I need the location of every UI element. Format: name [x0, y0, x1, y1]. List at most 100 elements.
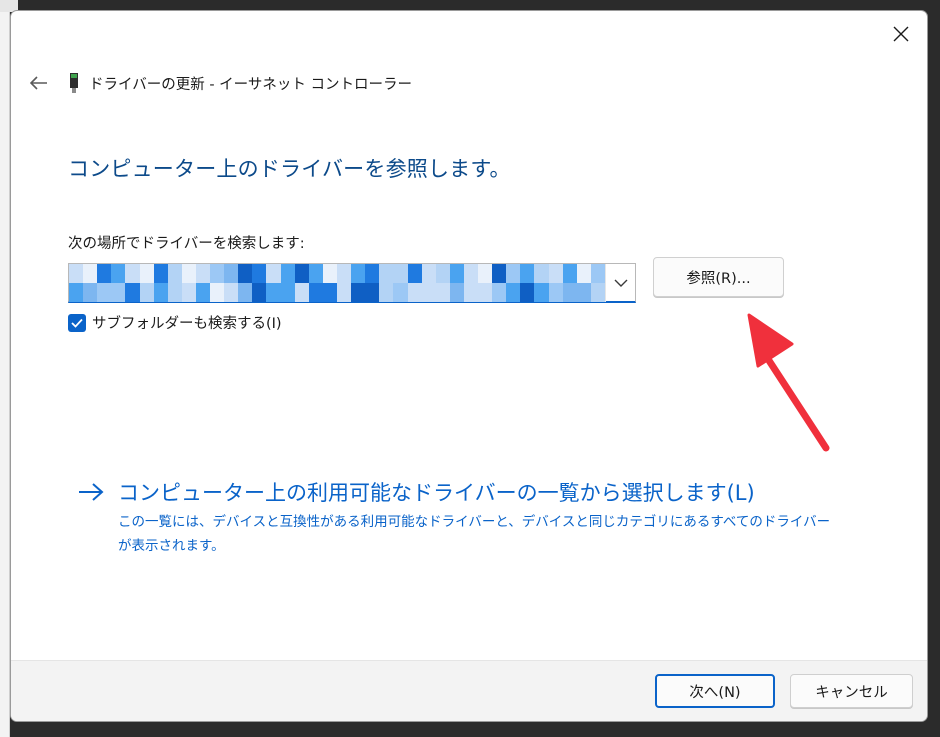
mosaic-cell: [153, 264, 168, 283]
close-icon: [893, 26, 909, 42]
mosaic-cell: [393, 264, 408, 283]
mosaic-cell: [167, 264, 182, 283]
mosaic-cell: [520, 283, 535, 302]
include-subfolders-checkbox[interactable]: [68, 313, 86, 332]
mosaic-cell: [548, 283, 563, 302]
mosaic-cell: [139, 283, 154, 302]
include-subfolders-label: サブフォルダーも検索する(I): [92, 316, 282, 332]
dialog-title: ドライバーの更新 - イーサネット コントローラー: [89, 76, 412, 93]
mosaic-cell: [69, 264, 84, 283]
mosaic-cell: [69, 283, 84, 302]
mosaic-cell: [210, 264, 225, 283]
mosaic-cell: [308, 283, 323, 302]
mosaic-cell: [590, 264, 605, 283]
mosaic-cell: [449, 283, 464, 302]
back-button[interactable]: [21, 69, 57, 97]
mosaic-cell: [238, 283, 253, 302]
mosaic-cell: [224, 264, 239, 283]
mosaic-cell: [238, 264, 253, 283]
mosaic-cell: [111, 264, 126, 283]
mosaic-cell: [308, 264, 323, 283]
mosaic-cell: [210, 283, 225, 302]
page-heading: コンピューター上のドライバーを参照します。: [68, 157, 511, 181]
mosaic-cell: [125, 283, 140, 302]
mosaic-cell: [167, 283, 182, 302]
arrow-right-icon: [78, 480, 104, 504]
mosaic-cell: [478, 283, 493, 302]
close-button[interactable]: [883, 17, 919, 51]
cancel-button[interactable]: キャンセル: [790, 674, 913, 708]
mosaic-cell: [83, 283, 98, 302]
mosaic-cell: [322, 264, 337, 283]
mosaic-cell: [336, 283, 352, 302]
mosaic-cell: [351, 283, 366, 302]
mosaic-cell: [351, 264, 366, 283]
chevron-down-icon: [614, 279, 627, 287]
mosaic-cell: [506, 264, 521, 283]
mosaic-cell: [548, 264, 563, 283]
mosaic-cell: [562, 264, 577, 283]
mosaic-cell: [562, 283, 577, 302]
mosaic-cell: [435, 283, 450, 302]
redacted-path-value[interactable]: [69, 264, 605, 302]
mosaic-cell: [393, 283, 408, 302]
update-driver-dialog: ドライバーの更新 - イーサネット コントローラー コンピューター上のドライバー…: [10, 10, 928, 722]
mosaic-cell: [576, 264, 591, 283]
mosaic-cell: [266, 283, 281, 302]
mosaic-cell: [195, 264, 211, 283]
mosaic-cell: [506, 283, 521, 302]
red-arrow-icon: [747, 313, 830, 452]
mosaic-cell: [153, 283, 168, 302]
mosaic-cell: [534, 264, 549, 283]
mosaic-cell: [576, 283, 591, 302]
mosaic-cell: [181, 283, 196, 302]
mosaic-cell: [463, 283, 479, 302]
search-location-label: 次の場所でドライバーを検索します:: [68, 236, 305, 252]
mosaic-cell: [125, 264, 140, 283]
path-dropdown-button[interactable]: [605, 264, 635, 302]
pick-from-list-label[interactable]: コンピューター上の利用可能なドライバーの一覧から選択します(L): [118, 477, 755, 507]
mosaic-cell: [379, 264, 394, 283]
mosaic-cell: [492, 264, 507, 283]
dialog-footer: 次へ(N) キャンセル: [11, 660, 927, 721]
mosaic-cell: [139, 264, 154, 283]
mosaic-cell: [365, 264, 380, 283]
mosaic-cell: [379, 283, 394, 302]
mosaic-cell: [97, 264, 112, 283]
mosaic-cell: [252, 283, 267, 302]
driver-path-combobox[interactable]: [68, 263, 636, 303]
mosaic-cell: [83, 264, 98, 283]
mosaic-cell: [520, 264, 535, 283]
network-adapter-icon: [67, 72, 81, 94]
mosaic-cell: [294, 264, 309, 283]
background-window-edge: [0, 0, 10, 737]
include-subfolders-option[interactable]: サブフォルダーも検索する(I): [68, 312, 282, 333]
mosaic-cell: [534, 283, 549, 302]
mosaic-cell: [449, 264, 464, 283]
next-button[interactable]: 次へ(N): [655, 674, 775, 708]
pick-from-list-link[interactable]: コンピューター上の利用可能なドライバーの一覧から選択します(L): [78, 477, 755, 507]
mosaic-cell: [435, 264, 450, 283]
arrow-left-icon: [30, 76, 47, 90]
mosaic-cell: [280, 264, 295, 283]
dialog-header: ドライバーの更新 - イーサネット コントローラー: [21, 69, 412, 97]
mosaic-cell: [252, 264, 267, 283]
mosaic-cell: [478, 264, 493, 283]
mosaic-cell: [195, 283, 211, 302]
mosaic-cell: [294, 283, 309, 302]
mosaic-cell: [421, 264, 436, 283]
mosaic-cell: [266, 264, 281, 283]
mosaic-cell: [336, 264, 352, 283]
mosaic-cell: [224, 283, 239, 302]
checkmark-icon: [71, 318, 83, 328]
mosaic-cell: [365, 283, 380, 302]
mosaic-cell: [492, 283, 507, 302]
browse-button[interactable]: 参照(R)...: [653, 257, 784, 297]
mosaic-cell: [280, 283, 295, 302]
mosaic-cell: [407, 264, 422, 283]
mosaic-cell: [590, 283, 605, 302]
mosaic-cell: [407, 283, 422, 302]
mosaic-cell: [181, 264, 196, 283]
pick-from-list-description: この一覧には、デバイスと互換性がある利用可能なドライバーと、デバイスと同じカテゴ…: [118, 514, 831, 554]
mosaic-cell: [322, 283, 337, 302]
